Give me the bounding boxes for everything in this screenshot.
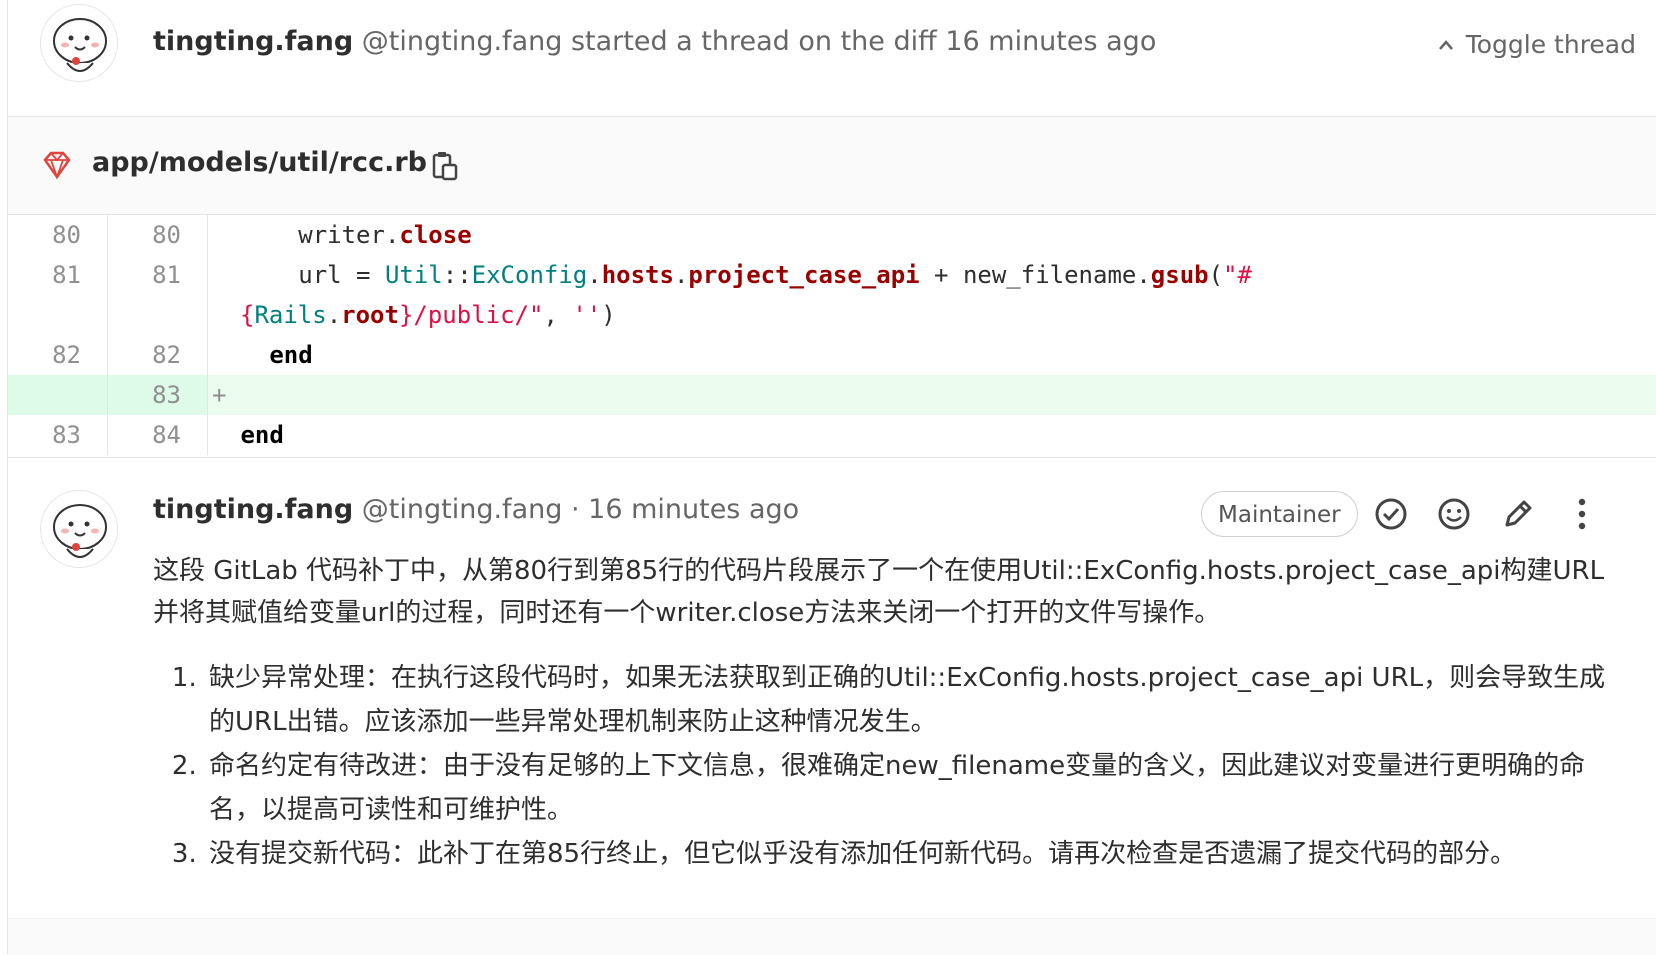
note-list: 缺少异常处理：在执行这段代码时，如果无法获取到正确的Util::ExConfig… xyxy=(153,656,1623,876)
old-line-number[interactable]: 81 xyxy=(8,255,108,295)
diff-line: 83 84 end xyxy=(8,415,1656,455)
code-line: end xyxy=(269,341,313,369)
reply-area[interactable] xyxy=(8,918,1656,955)
thread-action-text: started a thread on the diff xyxy=(570,26,937,57)
file-header: app/models/util/rcc.rb xyxy=(8,117,1656,215)
code-line: end xyxy=(240,421,284,449)
list-item: 命名约定有待改进：由于没有足够的上下文信息，很难确定new_filename变量… xyxy=(205,744,1623,832)
author-handle[interactable]: @tingting.fang xyxy=(362,26,563,57)
separator: · xyxy=(570,494,580,525)
note-body: 这段 GitLab 代码补丁中，从第80行到第85行的代码片段展示了一个在使用U… xyxy=(153,550,1623,876)
list-item: 没有提交新代码：此补丁在第85行终止，但它似乎没有添加任何新代码。请再次检查是否… xyxy=(205,832,1623,876)
new-line-number[interactable]: 80 xyxy=(108,215,208,255)
old-line-number xyxy=(8,375,108,415)
resolve-thread-icon[interactable] xyxy=(1373,496,1409,532)
new-line-number[interactable]: 82 xyxy=(108,335,208,375)
list-item: 缺少异常处理：在执行这段代码时，如果无法获取到正确的Util::ExConfig… xyxy=(205,656,1623,744)
added-marker: + xyxy=(212,381,227,409)
old-line-number xyxy=(8,295,108,335)
emoji-icon[interactable] xyxy=(1436,496,1472,532)
code-line: {Rails.root}/public/", '') xyxy=(240,301,616,329)
old-line-number[interactable]: 82 xyxy=(8,335,108,375)
thread-time[interactable]: 16 minutes ago xyxy=(945,26,1156,57)
copy-file-path-icon[interactable] xyxy=(432,151,458,185)
diff-line: 81 81 url = Util::ExConfig.hosts.project… xyxy=(8,255,1656,295)
discussion-thread: tingting.fang @tingting.fang started a t… xyxy=(7,0,1656,955)
pencil-icon[interactable] xyxy=(1500,496,1536,532)
toggle-thread-label: Toggle thread xyxy=(1465,30,1636,59)
chevron-up-icon xyxy=(1438,28,1454,57)
diff-line-added: 83 + xyxy=(8,375,1656,415)
author-handle[interactable]: @tingting.fang xyxy=(362,494,563,525)
new-line-number xyxy=(108,295,208,335)
code-line: url = Util::ExConfig.hosts.project_case_… xyxy=(298,261,1252,289)
diff-line-wrap: {Rails.root}/public/", '') xyxy=(8,295,1656,335)
thread-header: tingting.fang @tingting.fang started a t… xyxy=(8,0,1656,117)
old-line-number[interactable]: 83 xyxy=(8,415,108,455)
kebab-menu-icon[interactable] xyxy=(1564,496,1600,532)
new-line-number[interactable]: 84 xyxy=(108,415,208,455)
code-line: writer.close xyxy=(298,221,472,249)
old-line-number[interactable]: 80 xyxy=(8,215,108,255)
avatar[interactable] xyxy=(40,4,118,82)
diff-view: 80 80 writer.close 81 81 url = Util::ExC… xyxy=(8,215,1656,458)
ruby-gem-icon xyxy=(42,150,72,184)
author-name[interactable]: tingting.fang xyxy=(153,494,353,525)
diff-line: 82 82 end xyxy=(8,335,1656,375)
avatar[interactable] xyxy=(40,490,118,568)
thread-header-text: tingting.fang @tingting.fang started a t… xyxy=(153,26,1156,57)
note-time[interactable]: 16 minutes ago xyxy=(588,494,799,525)
note: tingting.fang @tingting.fang · 16 minute… xyxy=(8,458,1656,918)
role-badge: Maintainer xyxy=(1201,491,1358,537)
diff-line: 80 80 writer.close xyxy=(8,215,1656,255)
author-name[interactable]: tingting.fang xyxy=(153,26,353,57)
toggle-thread-button[interactable]: Toggle thread xyxy=(1438,28,1636,59)
code-line: + xyxy=(212,375,226,415)
file-path[interactable]: app/models/util/rcc.rb xyxy=(92,147,427,178)
note-header: tingting.fang @tingting.fang · 16 minute… xyxy=(153,494,799,525)
note-intro: 这段 GitLab 代码补丁中，从第80行到第85行的代码片段展示了一个在使用U… xyxy=(153,556,1605,628)
avatar-icon xyxy=(53,504,107,558)
new-line-number[interactable]: 83 xyxy=(108,375,208,415)
new-line-number[interactable]: 81 xyxy=(108,255,208,295)
avatar-icon xyxy=(53,18,107,72)
